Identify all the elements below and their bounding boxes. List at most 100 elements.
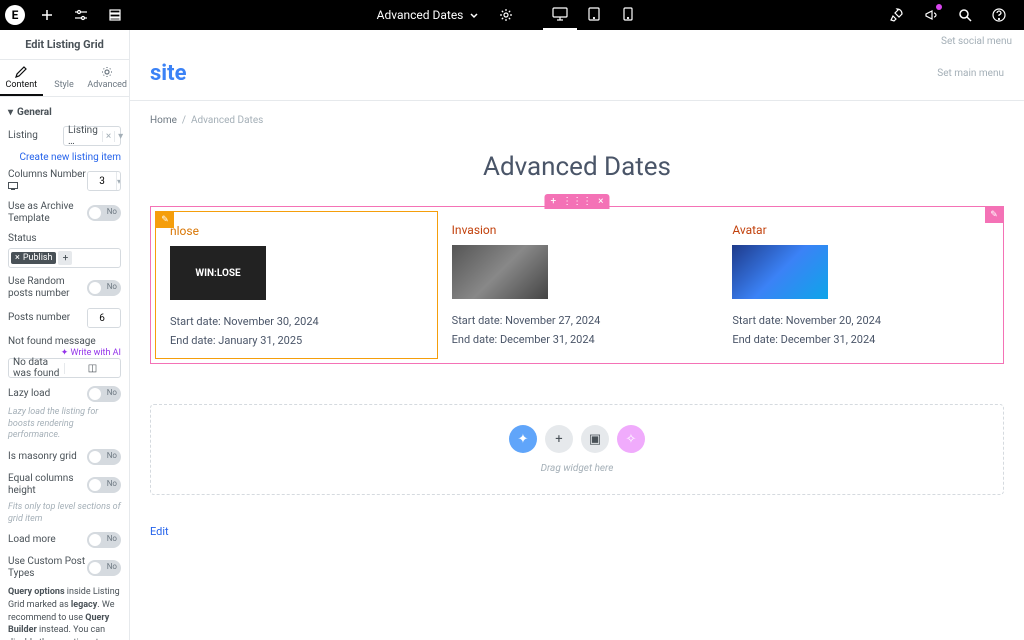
pencil-icon <box>15 66 27 78</box>
columns-input[interactable]: ▾ <box>87 171 121 191</box>
clear-icon[interactable]: × <box>102 131 114 142</box>
listing-card[interactable]: Avatar Start date: November 20, 2024 End… <box>718 211 999 359</box>
megaphone-icon[interactable] <box>914 0 948 30</box>
tab-style-label: Style <box>54 80 74 90</box>
listing-card[interactable]: Invasion Start date: November 27, 2024 E… <box>438 211 719 359</box>
topbar: E Advanced Dates <box>0 0 1024 30</box>
gear-icon <box>101 66 113 78</box>
tab-advanced[interactable]: Advanced <box>85 60 129 96</box>
desktop-icon[interactable] <box>543 0 577 30</box>
help-icon[interactable] <box>982 0 1016 30</box>
tab-advanced-label: Advanced <box>87 80 127 90</box>
dropzone-text: Drag widget here <box>171 463 983 474</box>
panel-tabs: Content Style Advanced <box>0 60 129 97</box>
set-social-link[interactable]: Set social menu <box>941 36 1012 47</box>
posts-num-input[interactable] <box>87 308 121 328</box>
rocket-icon[interactable] <box>880 0 914 30</box>
ctrl-masonry: Is masonry grid <box>8 445 121 469</box>
random-switch[interactable] <box>87 280 121 296</box>
mobile-icon[interactable] <box>611 0 645 30</box>
random-label: Use Random posts number <box>8 276 87 300</box>
ctrl-eqcol: Equal columns height <box>8 469 121 501</box>
card-end: End date: January 31, 2025 <box>170 331 423 350</box>
dynamic-icon[interactable]: ◫ <box>64 363 120 374</box>
dropzone-folder-icon[interactable]: ▣ <box>581 425 609 453</box>
loadmore-label: Load more <box>8 534 87 546</box>
chevron-down-icon[interactable]: ▾ <box>116 172 121 190</box>
archive-switch[interactable] <box>87 205 121 221</box>
canvas-top-bar: Set social menu <box>130 30 1024 53</box>
cards-row: ✎ nlose WIN:LOSE Start date: November 30… <box>155 211 999 359</box>
columns-value[interactable] <box>88 172 116 190</box>
tab-style[interactable]: Style <box>43 60 86 96</box>
listing-widget[interactable]: + ⋮⋮⋮ × ✎ ✎ nlose WIN:LOSE Start date: N… <box>150 206 1004 364</box>
ctrl-archive: Use as Archive Template <box>8 197 121 229</box>
status-tag: × Publish <box>11 252 56 264</box>
card-start: Start date: November 30, 2024 <box>170 312 423 331</box>
eqcol-switch[interactable] <box>87 477 121 493</box>
card-title: Avatar <box>732 219 985 245</box>
divider <box>130 100 1024 101</box>
breadcrumb-home[interactable]: Home <box>150 115 177 126</box>
archive-label: Use as Archive Template <box>8 201 87 225</box>
caret-down-icon: ▾ <box>8 107 13 118</box>
sidebar-title: Edit Listing Grid <box>0 30 129 60</box>
edit-page-link[interactable]: Edit <box>130 515 1024 558</box>
card-end: End date: December 31, 2024 <box>732 330 985 349</box>
elementor-logo[interactable]: E <box>0 0 30 30</box>
posts-num-label: Posts number <box>8 312 87 324</box>
responsive-icon[interactable] <box>8 182 18 190</box>
listing-card[interactable]: ✎ nlose WIN:LOSE Start date: November 30… <box>155 211 438 359</box>
lazy-switch[interactable] <box>87 386 121 402</box>
section-general-header[interactable]: ▾ General <box>8 103 121 122</box>
card-title: nlose <box>170 220 423 246</box>
site-logo[interactable]: site <box>150 61 186 86</box>
ctrl-lazy: Lazy load <box>8 382 121 406</box>
settings-icon[interactable] <box>64 0 98 30</box>
widget-close-icon[interactable]: × <box>598 196 603 207</box>
listing-label: Listing <box>8 130 63 142</box>
add-icon[interactable] <box>30 0 64 30</box>
document-title[interactable]: Advanced Dates <box>367 8 490 22</box>
breadcrumb: Home / Advanced Dates <box>130 111 1024 136</box>
card-edit-icon[interactable]: ✎ <box>156 212 174 228</box>
create-listing-link[interactable]: Create new listing item <box>8 150 121 165</box>
posts-num-value[interactable] <box>88 309 116 327</box>
columns-label: Columns Number <box>8 169 87 193</box>
widget-edit-icon[interactable]: ✎ <box>985 207 1003 223</box>
dropzone-add-icon[interactable]: + <box>545 425 573 453</box>
notfound-value: No data was found <box>9 357 64 379</box>
lazy-label: Lazy load <box>8 388 87 400</box>
section-general: ▾ General Listing Listing … × ▾ Create n… <box>0 97 129 640</box>
notfound-input[interactable]: No data was found ◫ <box>8 358 121 378</box>
listing-select[interactable]: Listing … × ▾ <box>63 126 121 146</box>
tablet-icon[interactable] <box>577 0 611 30</box>
widget-drag-icon[interactable]: ⋮⋮⋮ <box>562 196 592 207</box>
dropzone-ai-icon[interactable]: ✧ <box>617 425 645 453</box>
dropzone-magic-icon[interactable]: ✦ <box>509 425 537 453</box>
add-status-icon[interactable]: + <box>58 251 72 265</box>
masonry-label: Is masonry grid <box>8 451 87 463</box>
status-label: Status <box>8 233 121 248</box>
tab-content[interactable]: Content <box>0 60 43 96</box>
ctrl-loadmore: Load more <box>8 528 121 552</box>
widget-add-icon[interactable]: + <box>550 196 556 207</box>
page-settings-icon[interactable] <box>489 0 523 30</box>
custom-pt-switch[interactable] <box>87 560 121 576</box>
structure-icon[interactable] <box>98 0 132 30</box>
dropzone[interactable]: ✦ + ▣ ✧ Drag widget here <box>150 404 1004 495</box>
card-image <box>452 245 548 299</box>
masonry-switch[interactable] <box>87 449 121 465</box>
status-tagbox[interactable]: × Publish + <box>8 248 121 268</box>
chevron-down-icon[interactable]: ▾ <box>114 131 126 142</box>
card-image: WIN:LOSE <box>170 246 266 300</box>
listing-select-value: Listing … <box>64 125 102 147</box>
set-main-menu-link[interactable]: Set main menu <box>937 68 1004 79</box>
chevron-down-icon <box>469 10 479 20</box>
search-icon[interactable] <box>948 0 982 30</box>
loadmore-switch[interactable] <box>87 532 121 548</box>
site-header: site Set main menu <box>130 53 1024 100</box>
topbar-right <box>880 0 1024 30</box>
eqcol-label: Equal columns height <box>8 473 87 497</box>
ctrl-notfound: Not found message ✦ Write with AI No dat… <box>8 332 121 382</box>
